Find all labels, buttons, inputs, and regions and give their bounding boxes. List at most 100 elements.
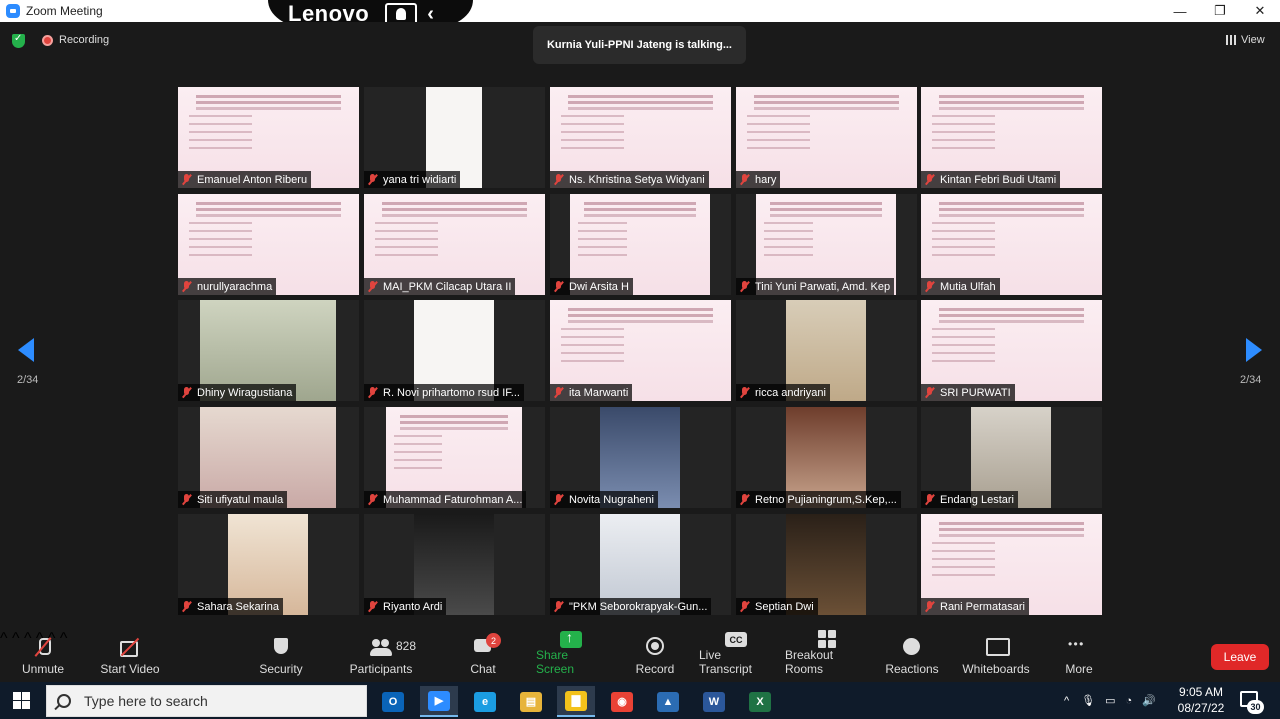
participants-icon [370,637,392,657]
minimize-button[interactable]: — [1160,0,1200,22]
app-glyph: W [703,691,725,712]
excel-icon[interactable]: X [741,686,779,717]
share-screen-button[interactable]: Share Screen [536,629,606,682]
search-icon [57,694,71,708]
participant-name: Septian Dwi [755,600,814,613]
participant-tile[interactable]: SRI PURWATI [921,300,1102,401]
volume-icon[interactable]: 🔊 [1142,694,1156,707]
security-button[interactable]: Security [258,630,304,682]
photos-icon[interactable]: ▲ [649,686,687,717]
participant-tile[interactable]: Novita Nugraheni [550,407,731,508]
muted-microphone-icon [554,387,563,398]
video-options-caret-icon[interactable]: ^ [12,630,20,647]
participant-tile[interactable]: Tini Yuni Parwati, Amd. Kep [736,194,917,295]
app-glyph: O [382,691,404,712]
participant-tile[interactable]: nurullyarachma [178,194,359,295]
show-hidden-icons-icon[interactable]: ^ [1064,695,1069,707]
participant-tile[interactable]: MAI_PKM Cilacap Utara II [364,194,545,295]
wifi-icon[interactable]: ◔ [1126,695,1133,707]
app-glyph: X [749,691,771,712]
participant-name: Dhiny Wiragustiana [197,386,293,399]
sticky-notes-icon[interactable]: ▇ [557,686,595,717]
app-glyph: ◉ [611,691,633,712]
participant-tile[interactable]: R. Novi prihartomo rsud IF... [364,300,545,401]
window-titlebar: Zoom Meeting — ❐ ✕ [0,0,1280,22]
muted-microphone-icon [368,281,377,292]
start-video-button[interactable]: Start Video [100,630,160,682]
whiteboards-button[interactable]: Whiteboards [962,630,1030,682]
reactions-button[interactable]: Reactions [885,630,939,682]
participant-tile[interactable]: Mutia Ulfah [921,194,1102,295]
next-page-arrow-icon[interactable] [1246,338,1262,362]
live-transcript-button[interactable]: Live Transcript [699,630,773,682]
participant-tile[interactable]: "PKM Seborokrapyak-Gun... [550,514,731,615]
word-icon[interactable]: W [695,686,733,717]
participant-tile[interactable]: Ns. Khristina Setya Widyani [550,87,731,188]
muted-microphone-icon [740,281,749,292]
share-screen-label: Share Screen [536,648,575,676]
taskbar-clock[interactable]: 9:05 AM 08/27/22 [1170,684,1232,716]
meeting-toolbar: Unmute ^ Start Video ^ Security Particip… [0,629,1280,682]
leave-button[interactable]: Leave [1211,644,1269,670]
participants-button[interactable]: Participants [349,630,413,682]
zoom-icon[interactable]: ▶ [420,686,458,717]
taskbar-search-box[interactable]: Type here to search [46,685,367,717]
battery-icon[interactable]: ▭ [1105,694,1115,707]
file-explorer-icon[interactable]: ▤ [512,686,550,717]
participant-tile[interactable]: hary [736,87,917,188]
participant-nameplate: Retno Pujianingrum,S.Kep,... [736,491,901,508]
participant-tile[interactable]: Dwi Arsita H [550,194,731,295]
muted-microphone-icon [740,174,749,185]
participant-tile[interactable]: Rani Permatasari [921,514,1102,615]
participant-name: MAI_PKM Cilacap Utara II [383,280,512,293]
close-button[interactable]: ✕ [1240,0,1280,22]
chrome-icon[interactable]: ◉ [603,686,641,717]
recording-indicator[interactable]: Recording [42,34,109,46]
encryption-shield-icon[interactable] [12,33,25,48]
unmute-button[interactable]: Unmute [20,630,66,682]
outlook-icon[interactable]: O [374,686,412,717]
participants-label: Participants [349,662,413,676]
participant-tile[interactable]: Muhammad Faturohman A... [364,407,545,508]
participant-name: nurullyarachma [197,280,273,293]
participant-nameplate: Dwi Arsita H [550,278,633,295]
record-button[interactable]: Record [635,630,675,682]
participant-tile[interactable]: ita Marwanti [550,300,731,401]
muted-microphone-icon [182,174,191,185]
muted-microphone-icon [740,387,749,398]
participant-tile[interactable]: Sahara Sekarina [178,514,359,615]
maximize-button[interactable]: ❐ [1200,0,1240,22]
breakout-rooms-button[interactable]: Breakout Rooms [785,630,869,682]
participant-tile[interactable]: Riyanto Ardi [364,514,545,615]
edge-icon[interactable]: e [466,686,504,717]
muted-microphone-icon [740,494,749,505]
muted-microphone-icon [554,281,563,292]
clock-date: 08/27/22 [1177,701,1225,715]
live-transcript-label: Live Transcript [699,648,752,676]
zoom-app-icon [6,4,20,18]
participant-tile[interactable]: Emanuel Anton Riberu [178,87,359,188]
participant-nameplate: Dhiny Wiragustiana [178,384,297,401]
view-button[interactable]: View [1226,34,1265,46]
participant-tile[interactable]: Endang Lestari [921,407,1102,508]
audio-options-caret-icon[interactable]: ^ [0,630,8,647]
participant-tile[interactable]: ricca andriyani [736,300,917,401]
participant-tile[interactable]: Siti ufiyatul maula [178,407,359,508]
participant-tile[interactable]: Septian Dwi [736,514,917,615]
windows-start-icon[interactable] [13,692,30,709]
participant-nameplate: "PKM Seborokrapyak-Gun... [550,598,712,615]
participant-nameplate: Ns. Khristina Setya Widyani [550,171,709,188]
participant-tile[interactable]: yana tri widiarti [364,87,545,188]
active-speaker-banner: Kurnia Yuli-PPNI Jateng is talking... [533,26,746,64]
participant-tile[interactable]: Retno Pujianingrum,S.Kep,... [736,407,917,508]
participant-nameplate: SRI PURWATI [921,384,1015,401]
previous-page-arrow-icon[interactable] [18,338,34,362]
more-button[interactable]: More [1062,630,1096,682]
participant-name: Novita Nugraheni [569,493,654,506]
participant-tile[interactable]: Dhiny Wiragustiana [178,300,359,401]
participant-tile[interactable]: Kintan Febri Budi Utami [921,87,1102,188]
microphone-muted-icon [32,637,54,657]
microphone-icon[interactable]: 🎙 [1081,694,1095,707]
participant-name: Muhammad Faturohman A... [383,493,523,506]
participant-name: Mutia Ulfah [940,280,996,293]
